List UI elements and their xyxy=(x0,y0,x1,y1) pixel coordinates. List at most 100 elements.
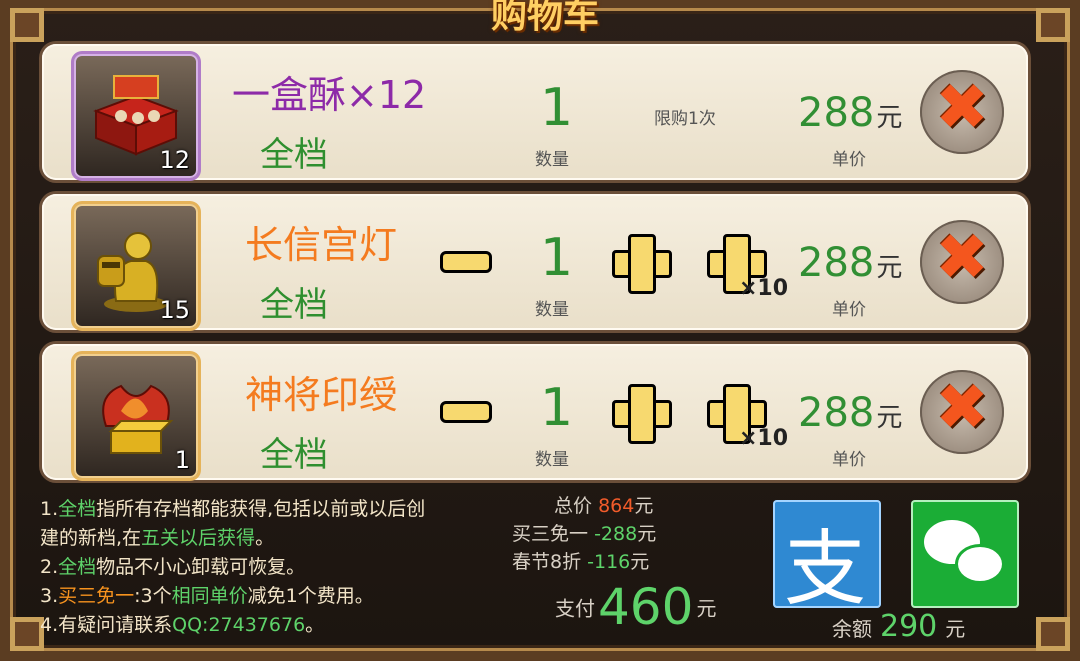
note-text: 减免1个费用。 xyxy=(247,585,374,607)
alipay-icon: 支 xyxy=(784,522,867,617)
alipay-button[interactable]: 支 xyxy=(773,500,881,617)
balance-label: 余额 xyxy=(832,617,872,641)
decrease-quantity-button[interactable] xyxy=(440,401,492,423)
price-unit: 元 xyxy=(876,403,903,433)
price-label: 单价 xyxy=(832,450,866,470)
quantity-value: 1 xyxy=(540,78,574,138)
pay-unit: 元 xyxy=(696,596,717,621)
price-value: 288 xyxy=(798,240,875,286)
item-count-badge: 15 xyxy=(159,296,190,324)
remove-item-button[interactable]: ✖ xyxy=(920,70,1004,154)
total-label: 总价 xyxy=(554,495,593,517)
note-highlight: 五关以后获得 xyxy=(141,527,256,549)
quantity-value: 1 xyxy=(540,228,574,288)
increase-quantity-button[interactable] xyxy=(612,234,672,294)
note-highlight: 相同单价 xyxy=(171,585,248,607)
pay-label: 支付 xyxy=(555,596,595,621)
remove-item-button[interactable]: ✖ xyxy=(920,370,1004,454)
item-icon-frame: 15 xyxy=(74,204,198,328)
price-value: 288 xyxy=(798,390,875,436)
note-highlight: 全档 xyxy=(58,498,97,520)
payment-total: 支付460 元 xyxy=(555,578,716,636)
balance-value: 290 xyxy=(880,609,938,644)
note-text: 指所有存档都能获得,包括以前或以后创 xyxy=(96,498,426,520)
price-unit: 元 xyxy=(876,253,903,283)
note-highlight: 全档 xyxy=(58,556,97,578)
total-price-line: 总价 864元 xyxy=(512,492,656,520)
cart-item-row: 12 一盒酥×12 全档 1 数量 限购1次 288元 单价 ✖ xyxy=(42,44,1028,180)
quantity-label: 数量 xyxy=(535,450,569,470)
item-count-badge: 12 xyxy=(159,146,190,174)
decrease-quantity-button[interactable] xyxy=(440,251,492,273)
close-icon: ✖ xyxy=(935,371,989,445)
note-text: 建的新档,在 xyxy=(40,527,142,549)
note-text: :3个 xyxy=(134,585,172,607)
seal-ribbon-icon xyxy=(102,384,174,454)
balance-display: 余额 290 元 xyxy=(832,609,965,644)
note-line: 4.有疑问请联系QQ:27437676。 xyxy=(40,611,425,640)
price-value: 288 xyxy=(798,90,875,136)
promo-label: 买三免一 xyxy=(512,523,589,545)
promo-unit: 元 xyxy=(637,523,657,545)
item-name: 长信宫灯 xyxy=(245,223,398,267)
balance-unit: 元 xyxy=(945,617,966,641)
note-text: 。 xyxy=(255,527,275,549)
promo-value: -288 xyxy=(594,523,638,545)
frame-corner-ornament xyxy=(10,8,44,42)
purchase-limit-text: 限购1次 xyxy=(654,109,716,129)
item-icon-frame: 12 xyxy=(74,54,198,178)
increase-quantity-button[interactable] xyxy=(612,384,672,444)
note-highlight: 买三免一 xyxy=(58,585,135,607)
pay-amount: 460 xyxy=(598,578,694,636)
total-value: 864 xyxy=(598,495,635,517)
promo-discount-line: 买三免一 -288元 xyxy=(512,520,656,548)
price-unit: 元 xyxy=(876,103,903,133)
item-name: 神将印绶 xyxy=(245,373,398,417)
festival-value: -116 xyxy=(587,551,631,573)
cart-item-row: 15 长信宫灯 全档 1 数量 ×10 288元 单价 ✖ xyxy=(42,194,1028,330)
note-line: 建的新档,在五关以后获得。 xyxy=(40,524,425,553)
quantity-value: 1 xyxy=(540,378,574,438)
note-text: 4.有疑问请联系 xyxy=(40,614,173,636)
window-title: 购物车 xyxy=(490,0,599,36)
wechat-icon xyxy=(955,544,1005,584)
note-line: 2.全档物品不小心卸载可恢复。 xyxy=(40,553,425,582)
wechat-pay-button[interactable] xyxy=(911,500,1019,608)
item-count-badge: 1 xyxy=(174,446,190,474)
note-text: 1. xyxy=(40,498,59,520)
quantity-label: 数量 xyxy=(535,300,569,320)
note-text: 物品不小心卸载可恢复。 xyxy=(96,556,306,578)
total-unit: 元 xyxy=(634,495,654,517)
note-line: 3.买三免一:3个相同单价减免1个费用。 xyxy=(40,582,425,611)
festival-unit: 元 xyxy=(630,551,650,573)
price-label: 单价 xyxy=(832,300,866,320)
item-icon-frame: 1 xyxy=(74,354,198,478)
note-text: 3. xyxy=(40,585,59,607)
cart-item-row: 1 神将印绶 全档 1 数量 ×10 288元 单价 ✖ xyxy=(42,344,1028,480)
note-text: 2. xyxy=(40,556,59,578)
unit-price: 288元 xyxy=(798,90,902,136)
festival-label: 春节8折 xyxy=(512,551,582,573)
item-tier-label: 全档 xyxy=(260,285,328,325)
frame-corner-ornament xyxy=(10,617,44,651)
unit-price: 288元 xyxy=(798,240,902,286)
item-tier-label: 全档 xyxy=(260,135,328,175)
purchase-notes: 1.全档指所有存档都能获得,包括以前或以后创 建的新档,在五关以后获得。 2.全… xyxy=(40,495,425,640)
price-label: 单价 xyxy=(832,150,866,170)
plus-ten-label: ×10 xyxy=(739,276,789,301)
price-summary: 总价 864元 买三免一 -288元 春节8折 -116元 xyxy=(512,492,656,576)
unit-price: 288元 xyxy=(798,390,902,436)
frame-corner-ornament xyxy=(1036,8,1070,42)
item-name: 一盒酥×12 xyxy=(232,73,427,117)
festival-discount-line: 春节8折 -116元 xyxy=(512,548,656,576)
contact-qq: QQ:27437676 xyxy=(172,614,306,636)
frame-corner-ornament xyxy=(1036,617,1070,651)
close-icon: ✖ xyxy=(935,221,989,295)
note-line: 1.全档指所有存档都能获得,包括以前或以后创 xyxy=(40,495,425,524)
close-icon: ✖ xyxy=(935,71,989,145)
item-tier-label: 全档 xyxy=(260,435,328,475)
remove-item-button[interactable]: ✖ xyxy=(920,220,1004,304)
plus-ten-label: ×10 xyxy=(739,426,789,451)
note-text: 。 xyxy=(305,614,325,636)
quantity-label: 数量 xyxy=(535,150,569,170)
